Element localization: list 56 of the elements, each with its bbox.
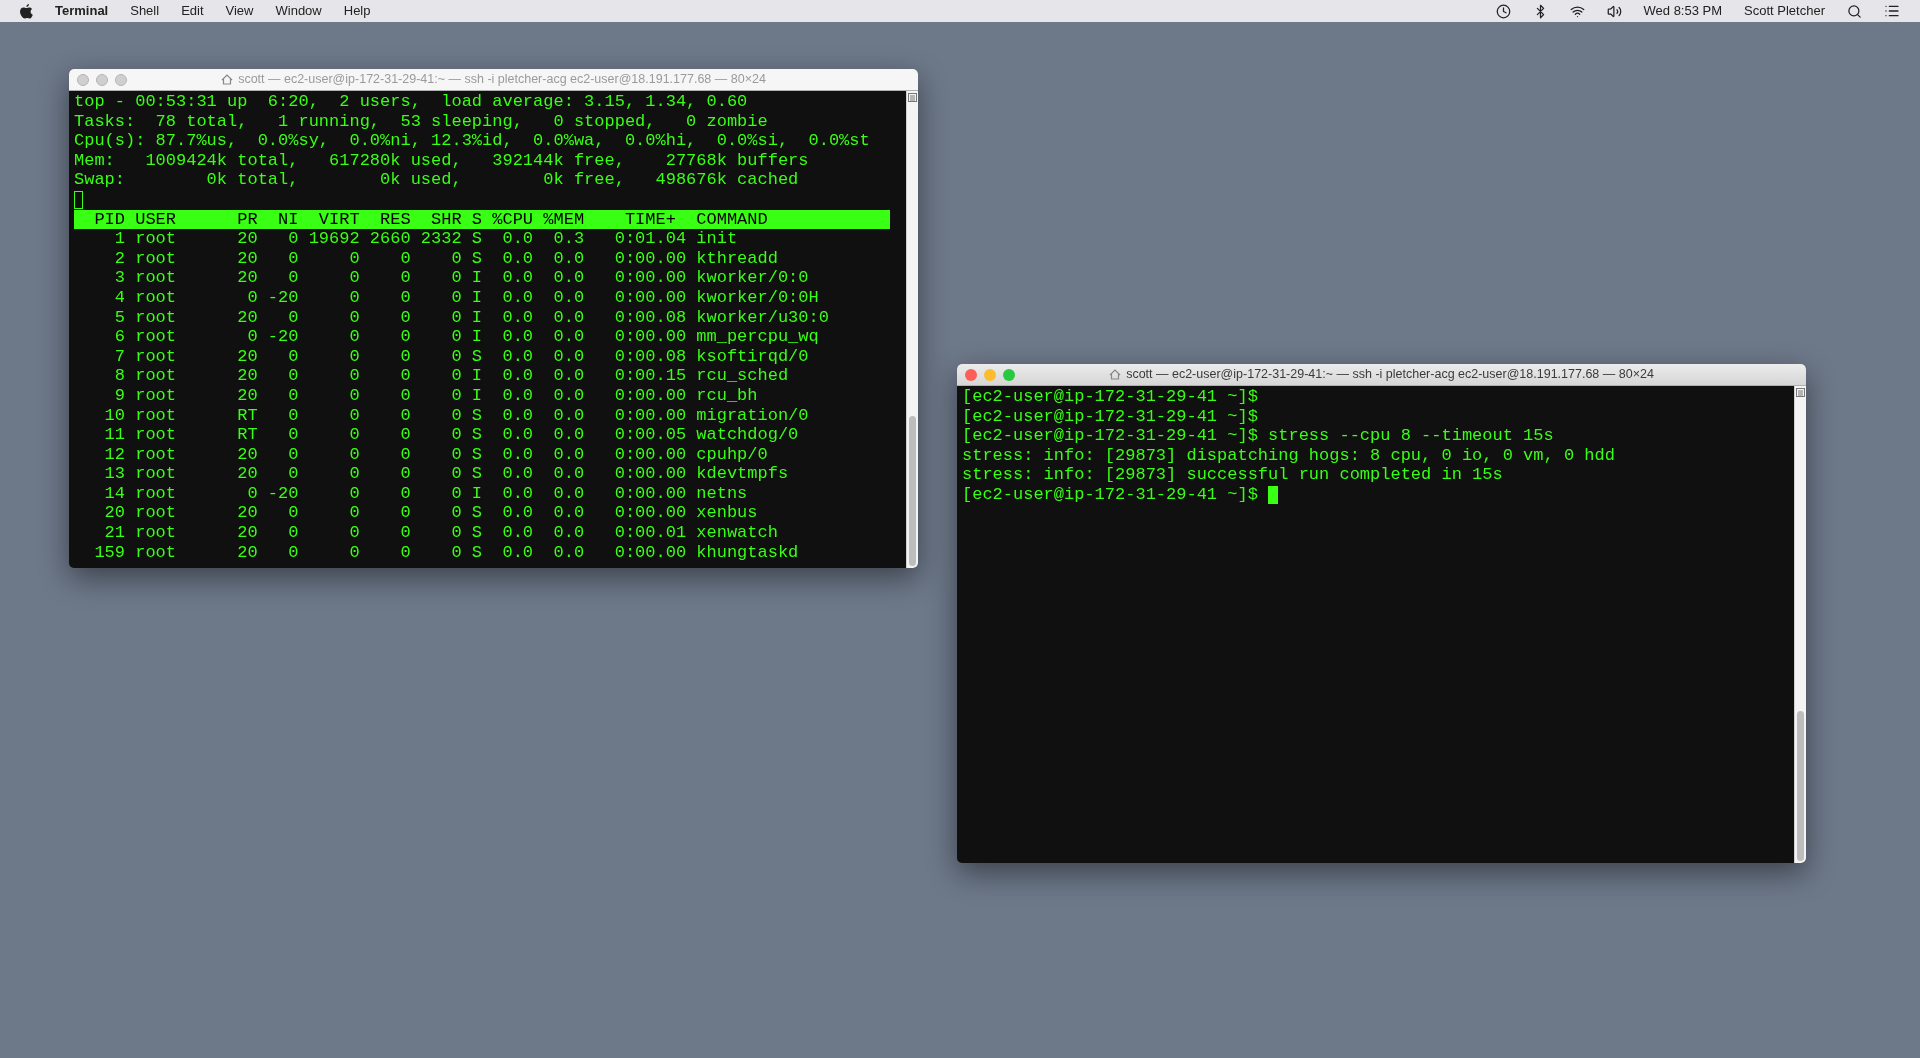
zoom-button[interactable] — [115, 73, 127, 86]
terminal-line: stress: info: [29873] successful run completed in 15s — [962, 465, 1503, 485]
terminal-line: 11 root RT 0 0 0 0 S 0.0 0.0 0:00.05 watchdog/0 — [103, 425, 799, 445]
terminal-line: 5 root 20 0 0 0 0 I 0.0 0.0 0:00.08 kworker/u30:0 — [113, 307, 829, 328]
apple-logo-icon[interactable] — [20, 3, 33, 19]
terminal-line: 12 root 20 0 0 0 0 S 0.0 0.0 0:00.00 cpuhp/0 — [103, 444, 768, 465]
menu-item[interactable]: View — [225, 1, 254, 21]
terminal-line: 8 root 20 0 0 0 0 I 0.0 0.0 0:00.15 rcu_sched — [113, 366, 789, 386]
scrollbar-thumb[interactable] — [909, 416, 916, 566]
home-folder-icon — [221, 74, 234, 85]
minimize-button[interactable] — [96, 73, 108, 86]
menu-item[interactable]: Window — [275, 1, 322, 21]
user-name[interactable]: Scott Pletcher — [1744, 1, 1825, 21]
wifi-icon[interactable] — [1569, 3, 1585, 19]
terminal-line: [ec2-user@ip-172-31-29-41 ~]$ stress --cpu 8 --timeout 15s — [962, 426, 1554, 446]
window-title: scott — ec2-user@ip-172-31-29-41:~ — ssh -i pletcher-acg ec2-user@18.191.177.68 — 80×24 — [238, 71, 766, 89]
volume-icon[interactable] — [1606, 3, 1622, 19]
app-menu[interactable]: Terminal — [55, 1, 109, 21]
terminal-line: Tasks: 78 total, 1 running, 53 sleeping, 0 stopped, 0 zombie — [74, 111, 768, 132]
terminal-line: 4 root 0 -20 0 0 0 I 0.0 0.0 0:00.00 kworker/0:0H — [113, 287, 819, 308]
zoom-button[interactable] — [1003, 368, 1015, 381]
close-button[interactable] — [965, 368, 977, 381]
terminal-line: Mem: 1009424k total, 617280k used, 392144k free, 27768k buffers — [74, 150, 809, 171]
menu-item[interactable]: Shell — [130, 1, 160, 21]
terminal-line: 20 root 20 0 0 0 0 S 0.0 0.0 0:00.00 xenbus — [103, 503, 758, 524]
terminal-line: Cpu(s): 87.7%us, 0.0%sy, 0.0%ni, 12.3%id, 0.0%wa, 0.0%hi, 0.0%si, 0.0%st — [74, 131, 870, 151]
terminal-line: 13 root 20 0 0 0 0 S 0.0 0.0 0:00.00 kdevtmpfs — [103, 464, 789, 484]
terminal-line: Swap: 0k total, 0k used, 0k free, 498676k cached — [74, 170, 799, 190]
menu-item[interactable]: Edit — [181, 1, 204, 21]
terminal-line: [ec2-user@ip-172-31-29-41 ~]$ — [962, 484, 1258, 505]
terminal-line: 10 root RT 0 0 0 0 S 0.0 0.0 0:00.00 migration/0 — [103, 405, 809, 426]
close-button[interactable] — [77, 73, 89, 86]
clock[interactable]: Wed 8:53 PM — [1643, 1, 1723, 21]
window-title: scott — ec2-user@ip-172-31-29-41:~ — ssh -i pletcher-acg ec2-user@18.191.177.68 — 80×24 — [1126, 366, 1654, 384]
terminal-line: 2 root 20 0 0 0 0 S 0.0 0.0 0:00.00 kthreadd — [113, 248, 778, 269]
minimize-button[interactable] — [984, 368, 996, 381]
terminal-line: 3 root 20 0 0 0 0 I 0.0 0.0 0:00.00 kworker/0:0 — [113, 268, 809, 288]
terminal-line: 21 root 20 0 0 0 0 S 0.0 0.0 0:00.01 xenwatch — [103, 523, 778, 543]
scrollbar-thumb[interactable] — [1797, 711, 1804, 861]
terminal-line: 1 root 20 0 19692 2660 2332 S 0.0 0.3 0:01.04 init — [113, 229, 738, 249]
terminal-line: 159 root 20 0 0 0 0 S 0.0 0.0 0:00.00 khungtaskd — [93, 542, 799, 563]
process-table-header: PID USER PR NI VIRT RES SHR S %CPU %MEM TIME+ COMMAND — [74, 209, 890, 230]
terminal-line: top - 00:53:31 up 6:20, 2 users, load average: 3.15, 1.34, 0.60 — [74, 92, 748, 112]
notification-center-icon[interactable] — [1884, 3, 1900, 19]
scrollbar[interactable] — [1794, 386, 1806, 863]
menu-item[interactable]: Help — [343, 1, 371, 21]
terminal-line: [ec2-user@ip-172-31-29-41 ~]$ — [962, 406, 1258, 427]
terminal-line: 7 root 20 0 0 0 0 S 0.0 0.0 0:00.08 ksoftirqd/0 — [113, 346, 809, 367]
scrollbar[interactable] — [906, 91, 918, 568]
home-folder-icon — [1109, 369, 1122, 380]
terminal-line: [ec2-user@ip-172-31-29-41 ~]$ — [962, 387, 1258, 407]
terminal-line: 9 root 20 0 0 0 0 I 0.0 0.0 0:00.00 rcu_bh — [113, 385, 758, 406]
search-icon[interactable] — [1847, 3, 1862, 19]
terminal-line: 14 root 0 -20 0 0 0 I 0.0 0.0 0:00.00 netns — [103, 483, 748, 504]
terminal-line: 6 root 0 -20 0 0 0 I 0.0 0.0 0:00.00 mm_percpu_wq — [113, 327, 819, 347]
terminal-line: stress: info: [29873] dispatching hogs: 8 cpu, 0 io, 0 vm, 0 hdd — [962, 445, 1615, 466]
